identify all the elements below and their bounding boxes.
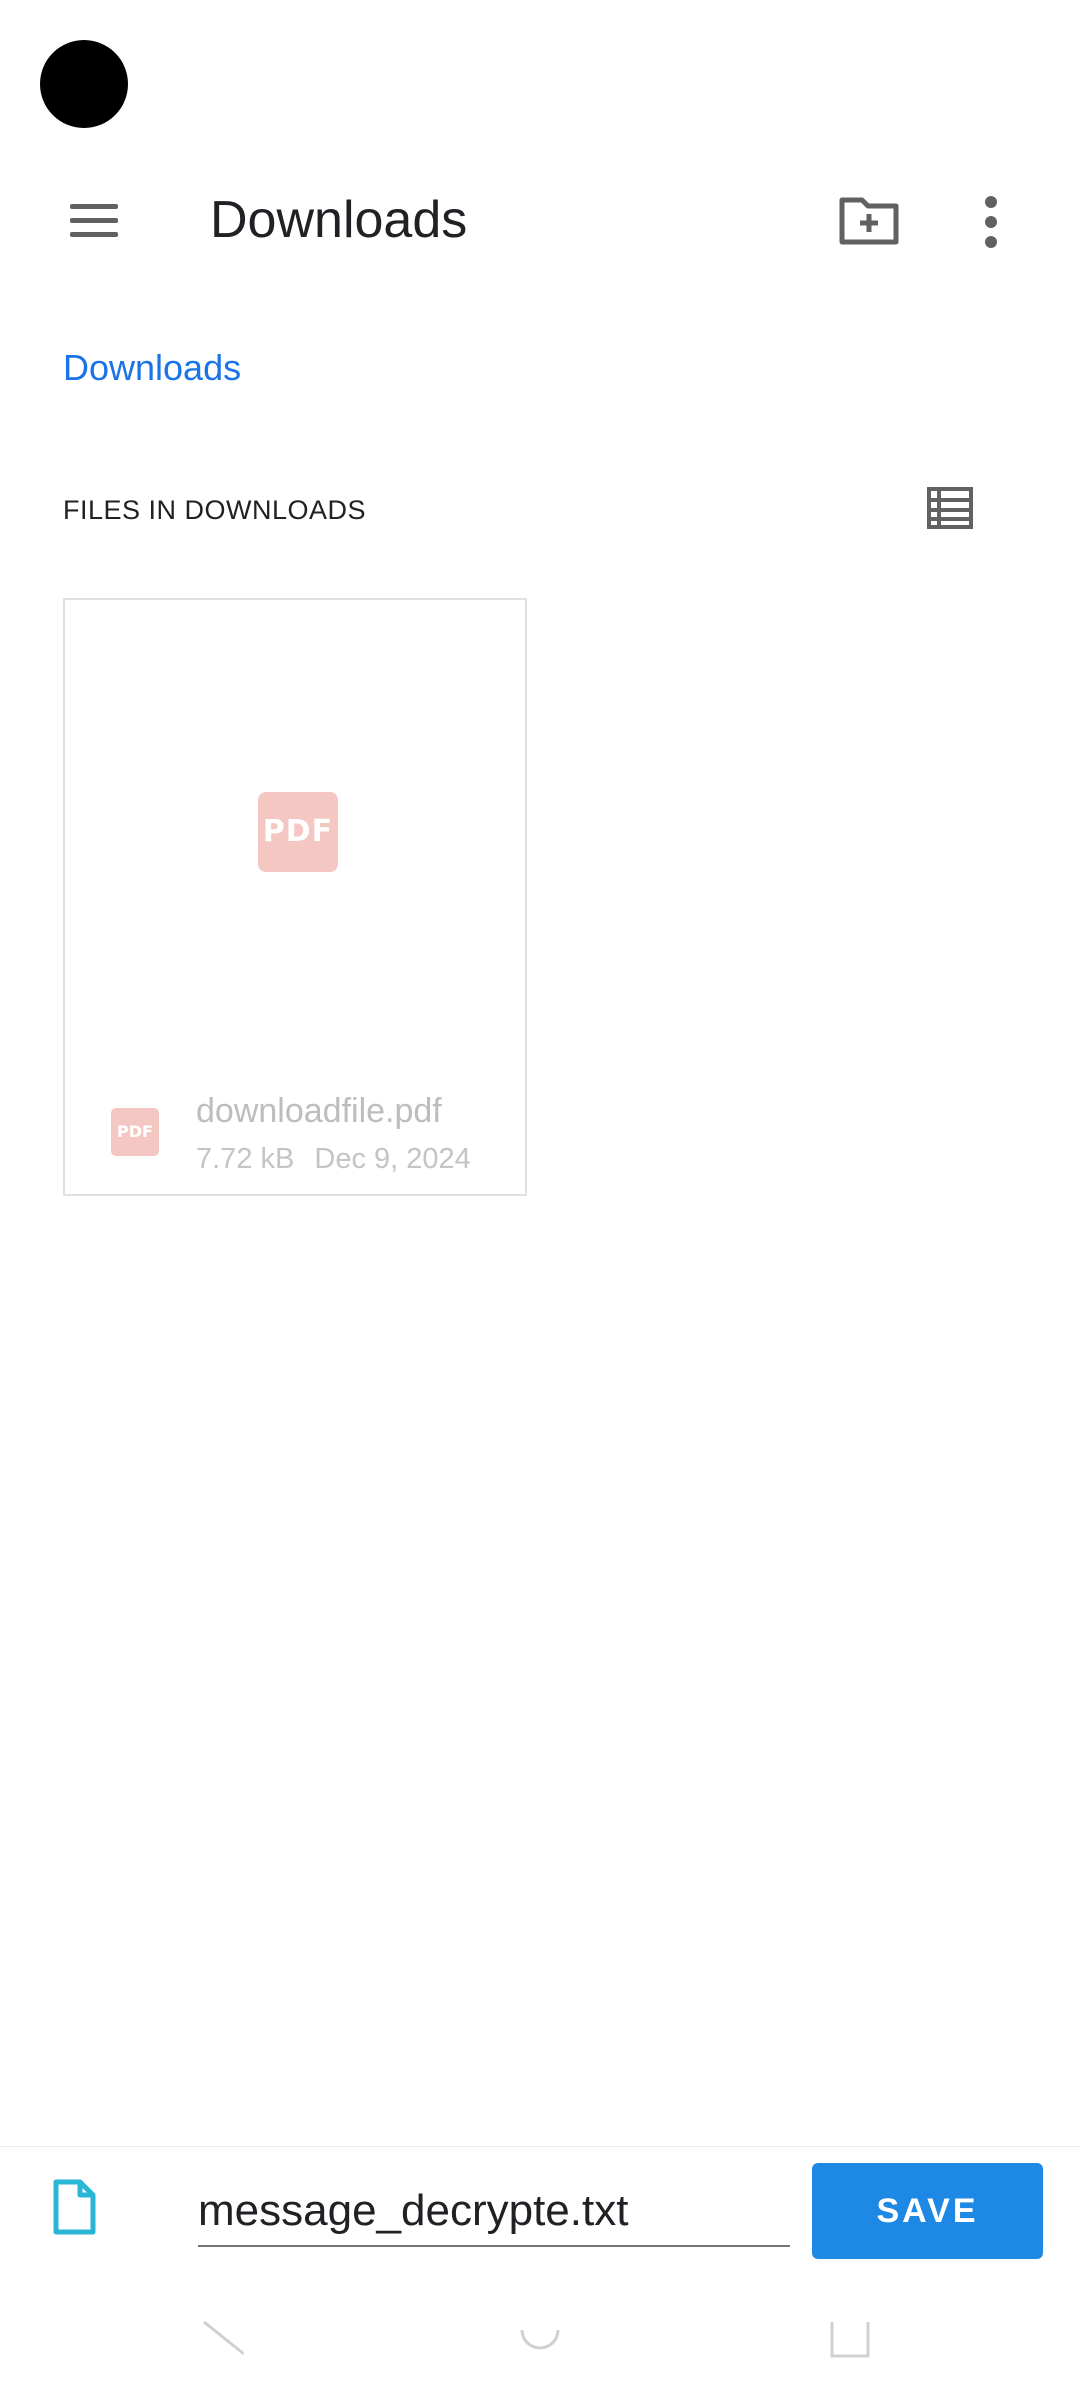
nav-back-icon[interactable] — [200, 2318, 248, 2358]
screen: Downloads Downloads FILES IN DOWNLOADS P… — [0, 0, 1080, 2400]
camera-cutout — [40, 40, 128, 128]
save-bar: SAVE — [0, 2146, 1080, 2277]
more-vert-icon[interactable] — [968, 194, 1016, 250]
pdf-thumbnail-icon: PDF — [258, 792, 338, 872]
system-nav-bar — [0, 2300, 1080, 2400]
save-button[interactable]: SAVE — [812, 2163, 1043, 2259]
breadcrumb-root[interactable]: Downloads — [63, 344, 241, 392]
list-view-icon[interactable] — [926, 486, 974, 530]
document-icon — [52, 2179, 96, 2235]
page-title: Downloads — [210, 191, 468, 249]
menu-icon[interactable] — [64, 198, 124, 244]
nav-recents-icon[interactable] — [828, 2318, 872, 2362]
file-size: 7.72 kB — [196, 1143, 295, 1175]
nav-home-icon[interactable] — [518, 2318, 562, 2362]
file-date: Dec 9, 2024 — [314, 1143, 471, 1175]
file-grid-item[interactable]: PDF PDF downloadfile.pdf 7.72 kB Dec 9, … — [63, 598, 527, 1196]
file-name: downloadfile.pdf — [196, 1092, 442, 1130]
top-app-bar: Downloads — [0, 160, 1080, 280]
section-header: FILES IN DOWNLOADS — [63, 495, 367, 525]
new-folder-icon[interactable] — [838, 190, 900, 250]
file-meta: 7.72 kB Dec 9, 2024 — [196, 1140, 471, 1178]
filename-input[interactable] — [198, 2177, 790, 2247]
pdf-type-icon: PDF — [111, 1108, 159, 1156]
